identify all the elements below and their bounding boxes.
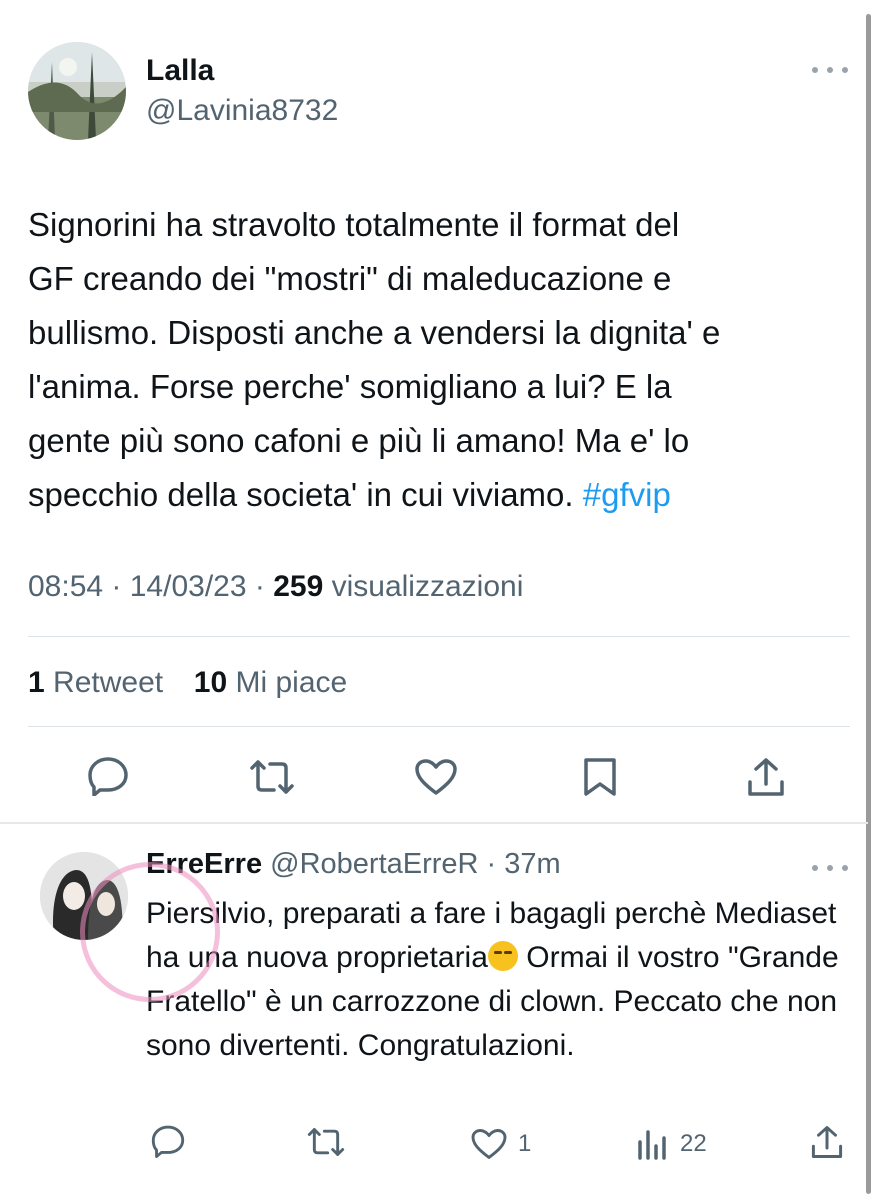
likes-count: 10	[193, 666, 228, 699]
tweet-detail-screen: Lalla @Lavinia8732 Signorini ha stravolt…	[0, 0, 877, 1200]
reply-author-name[interactable]: ErreErre	[146, 848, 262, 880]
share-icon[interactable]	[810, 1124, 844, 1160]
scrollbar[interactable]	[866, 14, 871, 1194]
reply-header: ErreErre @RobertaErreR · 37m	[146, 848, 561, 881]
avatar[interactable]	[28, 42, 126, 140]
tweet-time[interactable]: 08:54	[28, 570, 103, 603]
reply-time[interactable]: 37m	[504, 848, 560, 880]
reply-icon[interactable]	[86, 756, 130, 796]
tweet-text-line: GF creando dei "mostri" di maleducazione…	[28, 260, 672, 297]
likes-stat[interactable]: 10 Mi piace	[194, 666, 347, 699]
retweet-icon[interactable]	[306, 1126, 346, 1158]
more-icon[interactable]	[812, 60, 848, 80]
retweets-stat[interactable]: 1 Retweet	[28, 666, 163, 699]
author-name[interactable]: Lalla	[146, 54, 214, 88]
tweet-text-line: bullismo. Disposti anche a vendersi la d…	[28, 314, 721, 351]
tweet-date[interactable]: 14/03/23	[130, 570, 247, 603]
likes-label: Mi piace	[235, 666, 348, 699]
author-handle[interactable]: @Lavinia8732	[146, 94, 338, 128]
reply-views-count: 22	[680, 1130, 707, 1157]
hashtag-link[interactable]: #gfvip	[583, 476, 671, 513]
tweet-text-line: Signorini ha stravolto totalmente il for…	[28, 206, 680, 243]
heart-icon[interactable]	[414, 758, 458, 796]
smirk-emoji-icon	[487, 941, 518, 971]
retweet-count: 1	[28, 666, 45, 699]
tweet-text: Signorini ha stravolto totalmente il for…	[28, 198, 848, 522]
avatar[interactable]	[40, 852, 128, 940]
separator: ·	[254, 570, 274, 603]
tweet-text-line: l'anima. Forse perche' somigliano a lui?…	[28, 368, 672, 405]
separator: ·	[478, 848, 505, 880]
tweet-stats: 1 Retweet 10 Mi piace	[28, 666, 347, 700]
share-icon[interactable]	[746, 756, 786, 798]
tweet-text-line: gente più sono cafoni e più li amano! Ma…	[28, 422, 690, 459]
separator: ·	[111, 570, 130, 603]
views-icon[interactable]	[636, 1128, 670, 1160]
more-icon[interactable]	[812, 858, 848, 878]
tweet-meta: 08:54 · 14/03/23 · 259 visualizzazioni	[28, 570, 523, 604]
divider	[28, 636, 850, 637]
tweet-text-line: specchio della societa' in cui viviamo. …	[28, 468, 848, 522]
retweet-icon[interactable]	[248, 758, 296, 796]
views-count: 259	[273, 570, 324, 603]
divider	[0, 822, 868, 824]
tweet-text-fragment: specchio della societa' in cui viviamo.	[28, 476, 583, 513]
reply-text: Piersilvio, preparati a fare i bagagli p…	[146, 892, 856, 1068]
bookmark-icon[interactable]	[582, 756, 618, 798]
reply-like-count: 1	[518, 1130, 532, 1157]
heart-icon[interactable]	[470, 1128, 508, 1160]
retweet-label: Retweet	[53, 666, 164, 699]
reply-author-handle[interactable]: @RobertaErreR	[270, 848, 478, 880]
views-label: visualizzazioni	[331, 570, 524, 603]
divider	[28, 726, 850, 727]
reply-icon[interactable]	[150, 1124, 186, 1158]
